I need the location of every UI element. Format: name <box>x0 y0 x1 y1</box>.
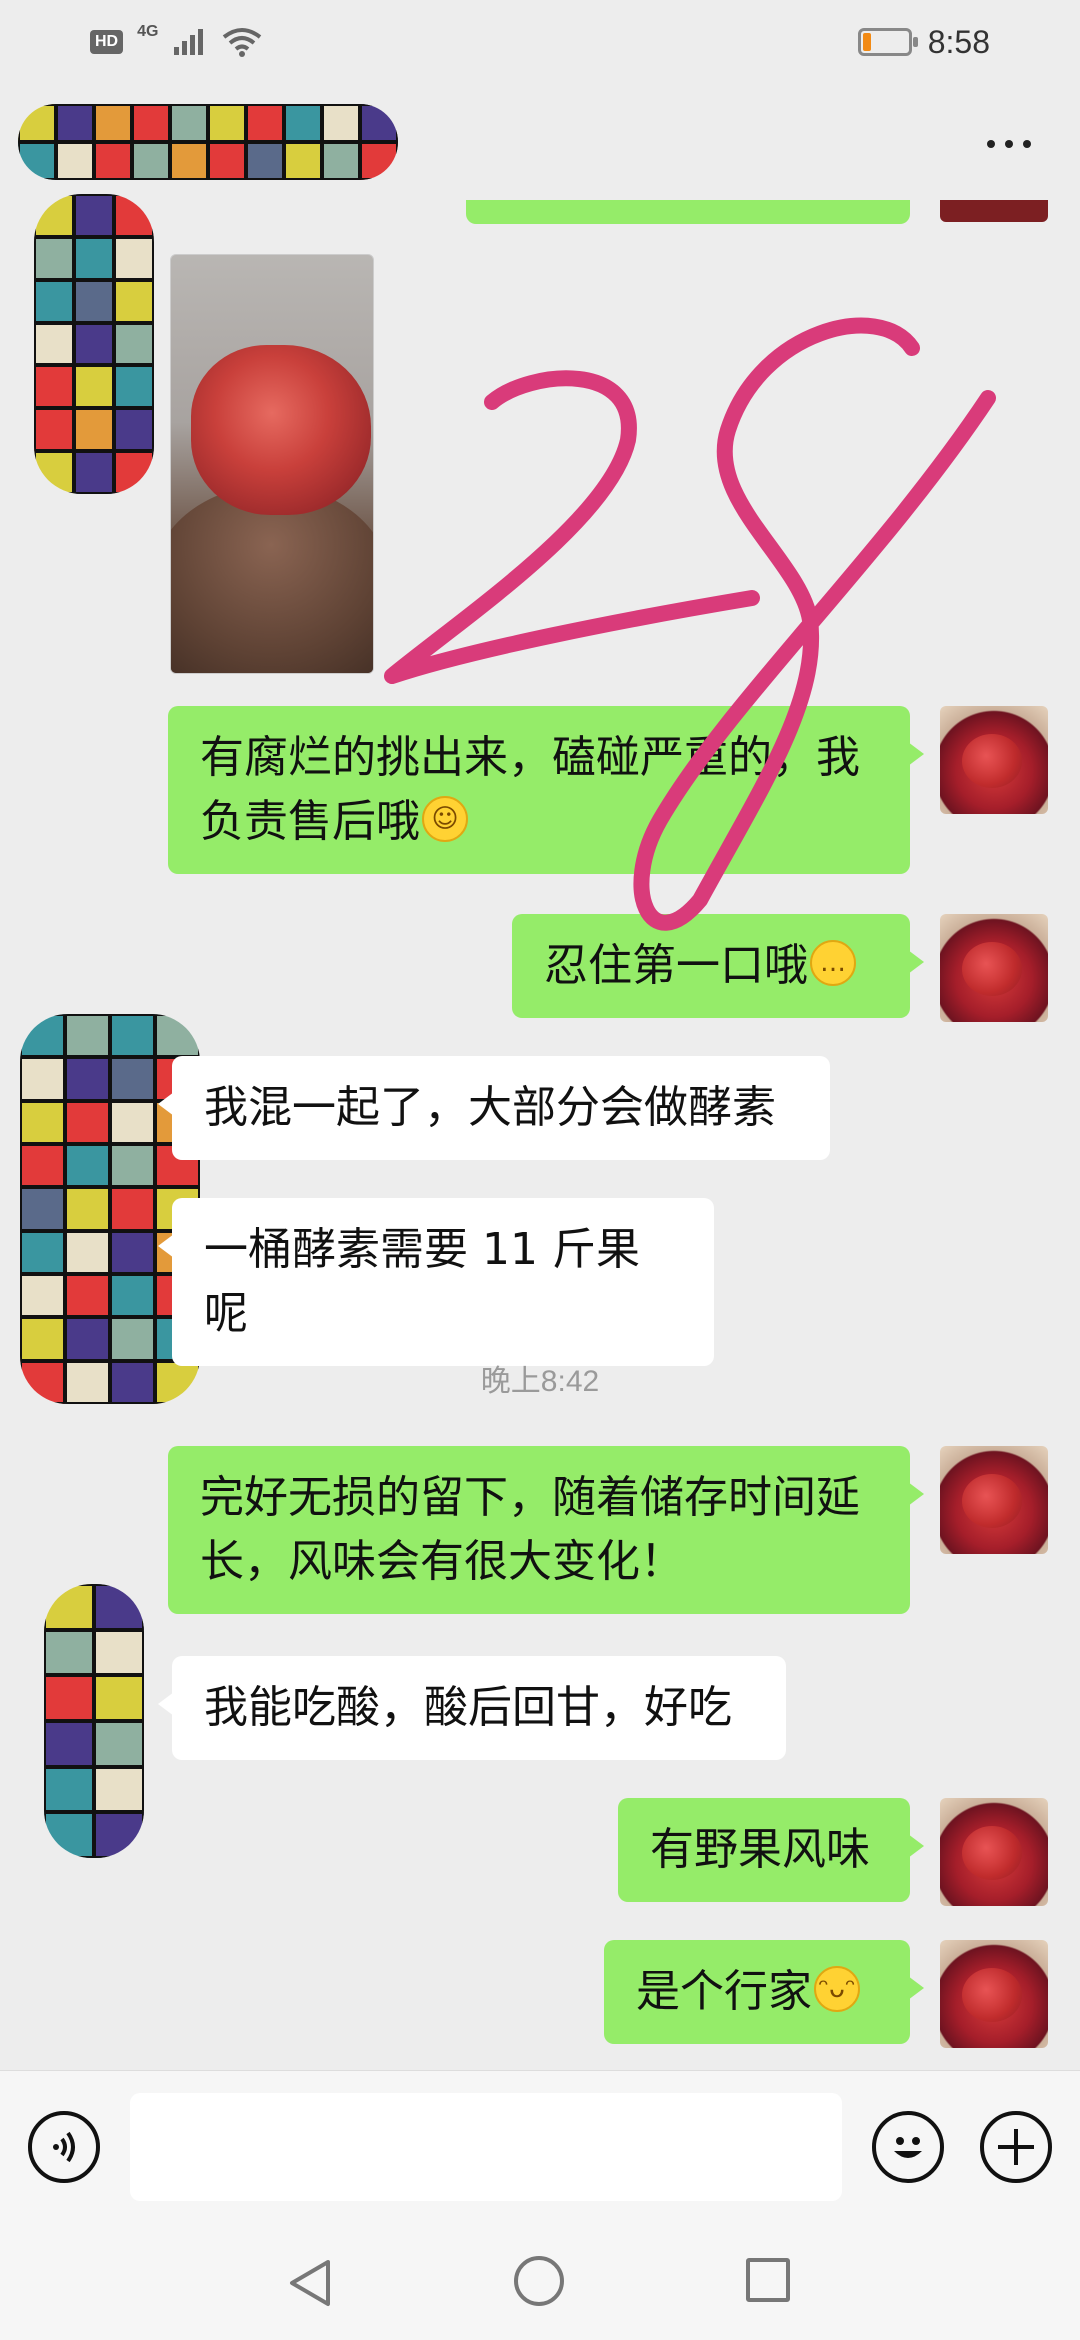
hd-badge: HD <box>90 30 124 54</box>
status-left: HD 4G <box>90 23 262 57</box>
back-triangle-icon[interactable] <box>286 2258 336 2308</box>
message-text: 忍住第一口哦 <box>544 940 808 991</box>
battery-icon <box>857 28 918 56</box>
message-text: 一桶酵素需要 11 斤果呢 <box>204 1224 640 1339</box>
message-text: 是个行家 <box>636 1966 812 2017</box>
message-text: 我能吃酸，酸后回甘，好吃 <box>204 1682 732 1733</box>
home-circle-icon[interactable] <box>514 2256 564 2306</box>
emoji-icon <box>894 2137 922 2158</box>
time-divider: 晚上8:42 <box>480 1365 600 1398</box>
smile-emoji-icon: ☺ <box>422 796 468 842</box>
message-text: 有野果风味 <box>650 1824 870 1875</box>
previous-avatar-partial <box>940 200 1048 222</box>
battery-level <box>862 33 872 51</box>
voice-icon <box>53 2131 75 2163</box>
message-bubble-sent[interactable]: 有野果风味 <box>618 1798 924 1902</box>
message-bubble-received[interactable]: 我能吃酸，酸后回甘，好吃 <box>158 1656 786 1760</box>
my-avatar[interactable] <box>940 1446 1048 1554</box>
message-input[interactable] <box>130 2093 842 2201</box>
my-avatar[interactable] <box>940 914 1048 1022</box>
clock: 8:58 <box>927 23 990 60</box>
my-avatar[interactable] <box>940 1798 1048 1906</box>
chat-header <box>0 84 1080 214</box>
message-text: 完好无损的留下，随着储存时间延长，风味会有很大变化！ <box>200 1472 860 1587</box>
plus-icon <box>998 2129 1034 2165</box>
my-avatar[interactable] <box>940 1940 1048 2048</box>
thinking-emoji-icon: … <box>810 940 856 986</box>
recent-square-icon[interactable] <box>746 2258 790 2302</box>
more-button[interactable] <box>974 124 1044 164</box>
message-bubble-received[interactable]: 一桶酵素需要 11 斤果呢 <box>158 1198 714 1366</box>
emoji-button[interactable] <box>872 2111 944 2183</box>
my-avatar[interactable] <box>940 706 1048 814</box>
previous-message-partial <box>466 200 910 224</box>
more-dots-icon <box>987 140 995 148</box>
voice-button[interactable] <box>28 2111 100 2183</box>
message-text: 有腐烂的挑出来，磕碰严重的，我负责售后哦 <box>200 732 860 847</box>
message-bubble-received[interactable]: 我混一起了，大部分会做酵素 <box>158 1056 830 1160</box>
status-right: 8:58 <box>857 23 990 61</box>
message-text: 我混一起了，大部分会做酵素 <box>204 1082 776 1133</box>
message-bubble-sent[interactable]: 忍住第一口哦… <box>512 914 924 1018</box>
message-bubble-sent[interactable]: 有腐烂的挑出来，磕碰严重的，我负责售后哦 ☺ <box>168 706 924 874</box>
contact-avatar[interactable] <box>44 1584 144 1858</box>
message-bubble-sent[interactable]: 是个行家 ᵔᴗᵔ <box>604 1940 924 2044</box>
grin-emoji-icon: ᵔᴗᵔ <box>814 1966 860 2012</box>
handwritten-2-stroke <box>384 370 760 684</box>
fruit-image <box>191 345 371 515</box>
wifi-icon <box>223 28 262 57</box>
contact-avatar[interactable] <box>34 194 154 494</box>
input-bar <box>0 2070 1080 2222</box>
chat-title-redacted <box>18 104 398 180</box>
more-functions-button[interactable] <box>980 2111 1052 2183</box>
image-message[interactable] <box>170 254 374 674</box>
network-type: 4G <box>137 23 159 40</box>
status-bar: HD 4G 8:58 <box>0 0 1080 84</box>
message-bubble-sent[interactable]: 完好无损的留下，随着储存时间延长，风味会有很大变化！ <box>168 1446 924 1614</box>
signal-icon <box>174 29 204 55</box>
system-navigation-bar <box>0 2222 1080 2340</box>
